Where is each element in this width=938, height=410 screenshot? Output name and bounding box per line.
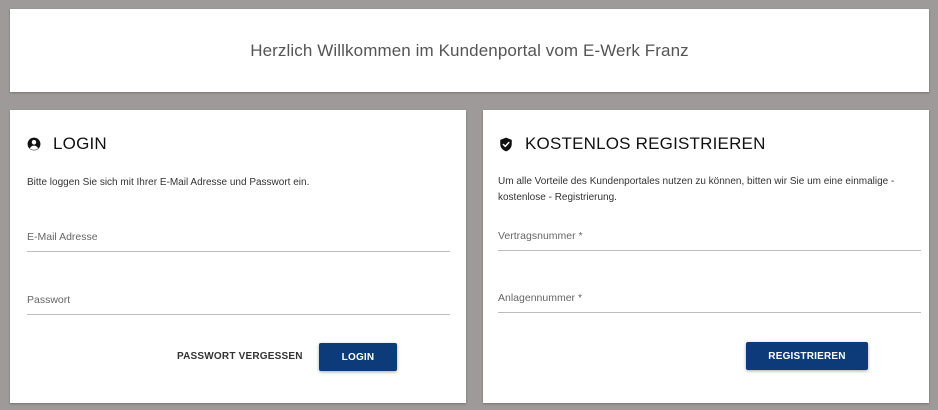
login-button[interactable]: LOGIN xyxy=(319,343,397,371)
user-circle-icon xyxy=(27,137,41,151)
installation-number-wrapper xyxy=(498,284,921,313)
page-title: Herzlich Willkommen im Kundenportal vom … xyxy=(250,40,689,60)
login-description: Bitte loggen Sie sich mit Ihrer E-Mail A… xyxy=(27,177,310,188)
contract-number-wrapper xyxy=(498,222,921,251)
contract-number-field[interactable] xyxy=(498,222,921,250)
register-heading: KOSTENLOS REGISTRIEREN xyxy=(499,134,766,154)
password-field-wrapper xyxy=(27,286,450,315)
password-field[interactable] xyxy=(27,286,450,314)
welcome-header: Herzlich Willkommen im Kundenportal vom … xyxy=(10,9,929,92)
login-card: LOGIN Bitte loggen Sie sich mit Ihrer E-… xyxy=(10,110,466,403)
email-field[interactable] xyxy=(27,223,450,251)
login-heading: LOGIN xyxy=(27,134,107,154)
email-field-wrapper xyxy=(27,223,450,252)
shield-check-icon xyxy=(500,137,512,151)
forgot-password-button[interactable]: PASSWORT VERGESSEN xyxy=(177,351,303,362)
register-description: Um alle Vorteile des Kundenportales nutz… xyxy=(498,176,895,203)
register-card: KOSTENLOS REGISTRIEREN Um alle Vorteile … xyxy=(483,110,929,403)
installation-number-field[interactable] xyxy=(498,284,921,312)
register-button[interactable]: REGISTRIEREN xyxy=(746,342,868,370)
register-title: KOSTENLOS REGISTRIEREN xyxy=(525,134,766,153)
login-title: LOGIN xyxy=(53,134,107,153)
